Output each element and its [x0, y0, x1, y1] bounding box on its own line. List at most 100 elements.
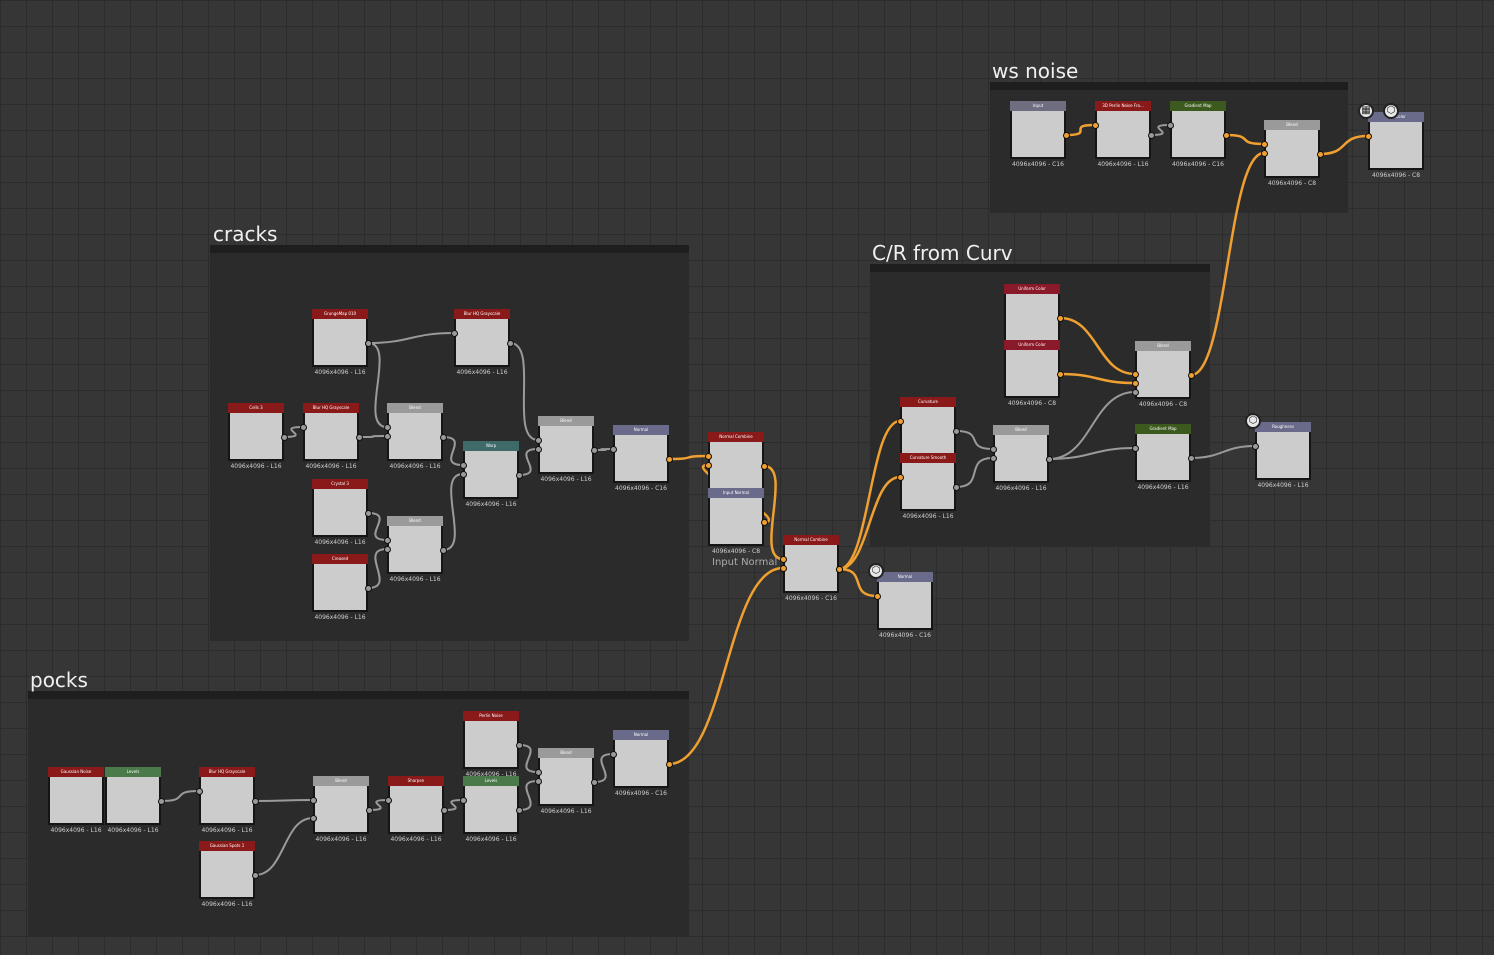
- node-port[interactable]: [1147, 131, 1155, 139]
- node-port[interactable]: [1222, 131, 1230, 139]
- node-port[interactable]: [609, 750, 617, 758]
- node-ws-input[interactable]: Input 4096x4096 - C16: [1010, 101, 1066, 168]
- cube-icon[interactable]: ⬡: [1245, 413, 1261, 429]
- node-cv-blend2[interactable]: Blend 4096x4096 - L16: [993, 425, 1049, 492]
- node-pk-sharpen[interactable]: Sharpen 4096x4096 - L16: [388, 776, 444, 843]
- node-cr-normal[interactable]: Normal 4096x4096 - C16: [613, 425, 669, 492]
- node-cr-blurhq2[interactable]: Blur HQ Grayscale 4096x4096 - L16: [303, 403, 359, 470]
- node-port[interactable]: [1131, 370, 1139, 378]
- node-port[interactable]: [989, 454, 997, 462]
- node-port[interactable]: [952, 483, 960, 491]
- node-cr-blend1[interactable]: Blend 4096x4096 - L16: [387, 403, 443, 470]
- node-out-normal[interactable]: Normal 4096x4096 - C16: [877, 572, 933, 639]
- node-port[interactable]: [1056, 370, 1064, 378]
- node-port[interactable]: [439, 546, 447, 554]
- node-port[interactable]: [364, 584, 372, 592]
- node-port[interactable]: [506, 339, 514, 347]
- node-port[interactable]: [355, 433, 363, 441]
- node-pk-levels1[interactable]: Levels 4096x4096 - L16: [105, 767, 161, 834]
- node-port[interactable]: [1091, 121, 1099, 129]
- node-port[interactable]: [1316, 150, 1324, 158]
- wire[interactable]: [442, 436, 464, 466]
- node-cr-blend3[interactable]: Blend 4096x4096 - L16: [387, 516, 443, 583]
- node-port[interactable]: [383, 545, 391, 553]
- node-port[interactable]: [590, 778, 598, 786]
- checker-icon[interactable]: ▦: [1358, 103, 1374, 119]
- node-cr-cells[interactable]: Cells 3 4096x4096 - L16: [228, 403, 284, 470]
- node-nc2[interactable]: Normal Combine 4096x4096 - C16: [783, 535, 839, 602]
- node-cv-gradmap[interactable]: Gradient Map 4096x4096 - L16: [1135, 424, 1191, 491]
- node-pk-perlin[interactable]: Perlin Noise 4096x4096 - L16: [463, 711, 519, 778]
- node-port[interactable]: [364, 509, 372, 517]
- node-port[interactable]: [515, 806, 523, 814]
- node-port[interactable]: [896, 417, 904, 425]
- wire[interactable]: [367, 512, 388, 541]
- wire[interactable]: [955, 430, 994, 450]
- node-port[interactable]: [1131, 379, 1139, 387]
- node-port[interactable]: [1062, 131, 1070, 139]
- wire[interactable]: [1319, 134, 1369, 156]
- node-cr-grunge[interactable]: GrungeMap 010 4096x4096 - L16: [312, 309, 368, 376]
- node-port[interactable]: [760, 462, 768, 470]
- node-port[interactable]: [439, 433, 447, 441]
- node-port[interactable]: [251, 871, 259, 879]
- node-cr-blurhq1[interactable]: Blur HQ Grayscale 4096x4096 - L16: [454, 309, 510, 376]
- node-port[interactable]: [1364, 132, 1372, 140]
- node-port[interactable]: [534, 768, 542, 776]
- cube-icon[interactable]: ⬡: [868, 563, 884, 579]
- node-cv-uni2[interactable]: Uniform Color 4096x4096 - C8: [1004, 340, 1060, 407]
- wire[interactable]: [358, 435, 388, 438]
- node-port[interactable]: [609, 445, 617, 453]
- node-port[interactable]: [534, 445, 542, 453]
- wire[interactable]: [1190, 151, 1265, 377]
- node-pk-normal[interactable]: Normal 4096x4096 - C16: [613, 730, 669, 797]
- node-pk-spots[interactable]: Gaussian Spots 1 4096x4096 - L16: [199, 841, 255, 908]
- wire[interactable]: [160, 790, 200, 802]
- node-port[interactable]: [515, 471, 523, 479]
- node-port[interactable]: [309, 814, 317, 822]
- node-port[interactable]: [896, 473, 904, 481]
- node-port[interactable]: [835, 565, 843, 573]
- wire[interactable]: [518, 780, 539, 811]
- node-pk-levels2[interactable]: Levels 4096x4096 - L16: [463, 776, 519, 843]
- node-ws-gradmap[interactable]: Gradient Map 4096x4096 - C16: [1170, 101, 1226, 168]
- node-pk-blend2[interactable]: Blend 4096x4096 - L16: [538, 748, 594, 815]
- node-port[interactable]: [299, 423, 307, 431]
- node-ws-perlin[interactable]: 3D Perlin Noise Fra... 4096x4096 - L16: [1095, 101, 1151, 168]
- node-ws-out[interactable]: Basecolor4096x4096 - C8: [1368, 112, 1424, 179]
- node-port[interactable]: [1260, 149, 1268, 157]
- node-port[interactable]: [665, 455, 673, 463]
- node-port[interactable]: [280, 433, 288, 441]
- node-cv-rough[interactable]: Roughness 4096x4096 - L16: [1255, 422, 1311, 489]
- node-cv-blend1[interactable]: Blend 4096x4096 - C8: [1135, 341, 1191, 408]
- wire[interactable]: [509, 342, 539, 441]
- wire[interactable]: [955, 457, 994, 488]
- node-cr-warp[interactable]: Warp 4096x4096 - L16: [463, 441, 519, 508]
- node-port[interactable]: [384, 796, 392, 804]
- node-port[interactable]: [157, 797, 165, 805]
- wire[interactable]: [593, 753, 614, 783]
- wire[interactable]: [668, 566, 784, 766]
- node-port[interactable]: [383, 432, 391, 440]
- node-cr-creased[interactable]: Creased 4096x4096 - L16: [312, 554, 368, 621]
- node-cv-curvsmooth[interactable]: Curvature Smooth 4096x4096 - L16: [900, 453, 956, 520]
- node-port[interactable]: [364, 339, 372, 347]
- node-port[interactable]: [1187, 371, 1195, 379]
- node-port[interactable]: [1131, 388, 1139, 396]
- wire[interactable]: [838, 419, 901, 571]
- node-port[interactable]: [1056, 314, 1064, 322]
- node-port[interactable]: [365, 806, 373, 814]
- wire[interactable]: [367, 332, 455, 344]
- node-port[interactable]: [440, 806, 448, 814]
- node-port[interactable]: [1187, 454, 1195, 462]
- node-port[interactable]: [779, 555, 787, 563]
- wire[interactable]: [1059, 372, 1136, 385]
- node-cv-curv[interactable]: Curvature: [900, 397, 956, 457]
- node-port[interactable]: [459, 461, 467, 469]
- wire[interactable]: [1225, 133, 1265, 146]
- wire[interactable]: [442, 473, 464, 551]
- wire[interactable]: [254, 817, 314, 876]
- node-port[interactable]: [515, 741, 523, 749]
- wire[interactable]: [668, 454, 709, 461]
- node-port[interactable]: [534, 436, 542, 444]
